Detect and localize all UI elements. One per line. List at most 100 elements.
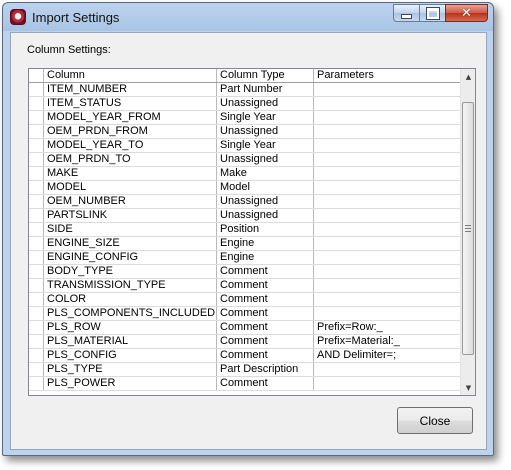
- minimize-button[interactable]: [393, 4, 419, 22]
- table-row[interactable]: ITEM_NUMBER Part Number: [29, 82, 466, 97]
- cell-column-name[interactable]: COLOR: [43, 292, 217, 307]
- table-row[interactable]: MAKE Make: [29, 166, 466, 181]
- maximize-button[interactable]: [419, 4, 445, 22]
- cell-column-name[interactable]: MODEL: [43, 180, 217, 195]
- column-header-column[interactable]: Column: [43, 69, 217, 83]
- cell-parameters[interactable]: [313, 222, 466, 237]
- cell-parameters[interactable]: Prefix=Row:_: [313, 320, 466, 335]
- row-selector-header[interactable]: [29, 69, 44, 83]
- row-selector[interactable]: [29, 208, 44, 223]
- table-row[interactable]: OEM_NUMBER Unassigned: [29, 194, 466, 209]
- cell-parameters[interactable]: Prefix=Material:_: [313, 334, 466, 349]
- cell-parameters[interactable]: [313, 278, 466, 293]
- row-selector[interactable]: [29, 222, 44, 237]
- table-row[interactable]: ENGINE_CONFIG Engine: [29, 250, 466, 265]
- cell-column-type[interactable]: Single Year: [216, 110, 314, 125]
- cell-column-type[interactable]: Comment: [216, 264, 314, 279]
- table-row[interactable]: OEM_PRDN_TO Unassigned: [29, 152, 466, 167]
- row-selector[interactable]: [29, 236, 44, 251]
- table-row[interactable]: PLS_COMPONENTS_INCLUDED Comment: [29, 306, 466, 321]
- table-row[interactable]: PARTSLINK Unassigned: [29, 208, 466, 223]
- table-row[interactable]: PLS_TYPE Part Description: [29, 362, 466, 377]
- cell-column-name[interactable]: ENGINE_SIZE: [43, 236, 217, 251]
- cell-column-type[interactable]: Comment: [216, 292, 314, 307]
- table-row[interactable]: BODY_TYPE Comment: [29, 264, 466, 279]
- row-selector[interactable]: [29, 250, 44, 265]
- row-selector[interactable]: [29, 376, 44, 391]
- vertical-scrollbar[interactable]: ▲ ▼: [460, 69, 475, 395]
- cell-column-type[interactable]: Comment: [216, 376, 314, 391]
- cell-column-type[interactable]: Single Year: [216, 138, 314, 153]
- table-row[interactable]: COLOR Comment: [29, 292, 466, 307]
- cell-column-name[interactable]: MAKE: [43, 166, 217, 181]
- cell-column-type[interactable]: Unassigned: [216, 124, 314, 139]
- cell-column-name[interactable]: ITEM_NUMBER: [43, 82, 217, 97]
- table-row[interactable]: MODEL Model: [29, 180, 466, 195]
- cell-column-type[interactable]: Comment: [216, 320, 314, 335]
- row-selector[interactable]: [29, 362, 44, 377]
- cell-column-type[interactable]: Unassigned: [216, 152, 314, 167]
- close-window-button[interactable]: ✕: [445, 4, 488, 22]
- cell-column-name[interactable]: PLS_POWER: [43, 376, 217, 391]
- cell-column-name[interactable]: PLS_MATERIAL: [43, 334, 217, 349]
- cell-parameters[interactable]: [313, 124, 466, 139]
- table-row[interactable]: PLS_ROW Comment Prefix=Row:_: [29, 320, 466, 335]
- cell-column-name[interactable]: OEM_PRDN_TO: [43, 152, 217, 167]
- cell-column-type[interactable]: Engine: [216, 236, 314, 251]
- cell-column-name[interactable]: ENGINE_CONFIG: [43, 250, 217, 265]
- scroll-up-button[interactable]: ▲: [461, 69, 475, 84]
- cell-column-name[interactable]: PLS_ROW: [43, 320, 217, 335]
- cell-column-type[interactable]: Comment: [216, 334, 314, 349]
- row-selector[interactable]: [29, 348, 44, 363]
- cell-column-type[interactable]: Unassigned: [216, 208, 314, 223]
- cell-column-name[interactable]: PLS_TYPE: [43, 362, 217, 377]
- table-row[interactable]: ENGINE_SIZE Engine: [29, 236, 466, 251]
- row-selector[interactable]: [29, 152, 44, 167]
- column-settings-grid[interactable]: Column Column Type Parameters ITEM_NUMBE…: [28, 68, 476, 396]
- row-selector[interactable]: [29, 194, 44, 209]
- cell-parameters[interactable]: [313, 96, 466, 111]
- cell-column-name[interactable]: TRANSMISSION_TYPE: [43, 278, 217, 293]
- cell-column-type[interactable]: Part Number: [216, 82, 314, 97]
- cell-column-name[interactable]: OEM_PRDN_FROM: [43, 124, 217, 139]
- close-button[interactable]: Close: [397, 407, 473, 434]
- cell-parameters[interactable]: [313, 110, 466, 125]
- cell-parameters[interactable]: AND Delimiter=;: [313, 348, 466, 363]
- cell-column-type[interactable]: Comment: [216, 278, 314, 293]
- cell-column-type[interactable]: Comment: [216, 348, 314, 363]
- table-row[interactable]: SIDE Position: [29, 222, 466, 237]
- table-row[interactable]: PLS_MATERIAL Comment Prefix=Material:_: [29, 334, 466, 349]
- row-selector[interactable]: [29, 82, 44, 97]
- table-row[interactable]: PLS_CONFIG Comment AND Delimiter=;: [29, 348, 466, 363]
- cell-parameters[interactable]: [313, 264, 466, 279]
- cell-column-name[interactable]: MODEL_YEAR_FROM: [43, 110, 217, 125]
- cell-parameters[interactable]: [313, 306, 466, 321]
- cell-column-type[interactable]: Engine: [216, 250, 314, 265]
- row-selector[interactable]: [29, 264, 44, 279]
- cell-column-type[interactable]: Make: [216, 166, 314, 181]
- row-selector[interactable]: [29, 96, 44, 111]
- title-bar[interactable]: Import Settings ✕: [3, 3, 493, 31]
- cell-parameters[interactable]: [313, 292, 466, 307]
- cell-column-name[interactable]: PLS_COMPONENTS_INCLUDED: [43, 306, 217, 321]
- cell-parameters[interactable]: [313, 82, 466, 97]
- column-header-type[interactable]: Column Type: [216, 69, 314, 83]
- cell-parameters[interactable]: [313, 362, 466, 377]
- cell-column-type[interactable]: Model: [216, 180, 314, 195]
- cell-column-name[interactable]: PARTSLINK: [43, 208, 217, 223]
- row-selector[interactable]: [29, 278, 44, 293]
- column-header-parameters[interactable]: Parameters: [313, 69, 466, 83]
- cell-parameters[interactable]: [313, 180, 466, 195]
- cell-parameters[interactable]: [313, 236, 466, 251]
- cell-column-name[interactable]: ITEM_STATUS: [43, 96, 217, 111]
- table-row[interactable]: TRANSMISSION_TYPE Comment: [29, 278, 466, 293]
- row-selector[interactable]: [29, 334, 44, 349]
- table-row[interactable]: MODEL_YEAR_TO Single Year: [29, 138, 466, 153]
- cell-column-name[interactable]: MODEL_YEAR_TO: [43, 138, 217, 153]
- row-selector[interactable]: [29, 180, 44, 195]
- cell-parameters[interactable]: [313, 208, 466, 223]
- cell-column-type[interactable]: Position: [216, 222, 314, 237]
- table-row[interactable]: OEM_PRDN_FROM Unassigned: [29, 124, 466, 139]
- row-selector[interactable]: [29, 110, 44, 125]
- table-row[interactable]: MODEL_YEAR_FROM Single Year: [29, 110, 466, 125]
